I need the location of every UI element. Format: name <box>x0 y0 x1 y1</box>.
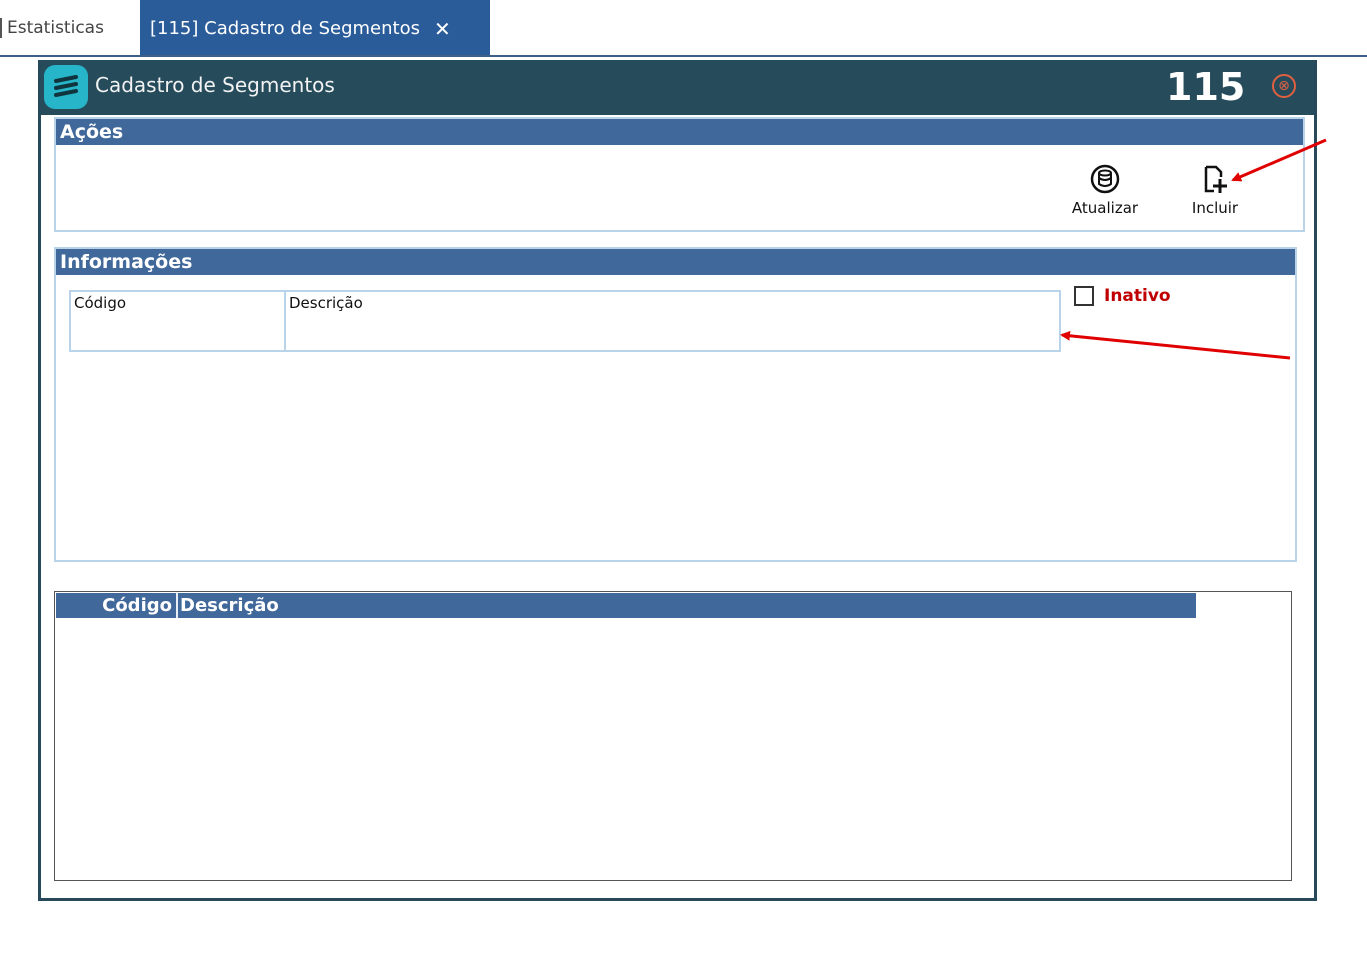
tab-separator <box>0 17 2 38</box>
window-close-icon[interactable]: ⊗ <box>1272 74 1296 98</box>
atualizar-button[interactable]: Atualizar <box>1065 163 1145 223</box>
descricao-label: Descrição <box>289 294 363 312</box>
tab-strip: Estatisticas [115] Cadastro de Segmentos… <box>0 0 1367 57</box>
inativo-toggle[interactable]: Inativo <box>1074 286 1171 306</box>
segments-grid[interactable]: Código Descrição <box>54 591 1292 881</box>
tab-estatisticas-label: Estatisticas <box>7 17 104 38</box>
descricao-field: Descrição <box>286 292 1059 350</box>
fields-row: Código Descrição <box>69 290 1061 352</box>
tab-close-icon[interactable]: ✕ <box>434 17 451 41</box>
acoes-header: Ações <box>56 119 1303 145</box>
tab-cadastro-segmentos[interactable]: [115] Cadastro de Segmentos ✕ <box>140 0 490 57</box>
segment-registration-window: Cadastro de Segmentos 115 ⊗ Ações Atuali… <box>38 60 1317 901</box>
segments-logo-icon <box>44 65 88 109</box>
informacoes-header: Informações <box>56 249 1295 275</box>
window-code: 115 <box>1166 65 1246 109</box>
window-title: Cadastro de Segmentos <box>95 73 335 97</box>
incluir-label: Incluir <box>1191 199 1239 217</box>
incluir-button[interactable]: Incluir <box>1175 163 1255 223</box>
tab-strip-underline <box>0 55 1367 57</box>
inativo-label: Inativo <box>1104 286 1171 306</box>
acoes-group: Ações Atualizar Incluir <box>54 117 1305 232</box>
codigo-label: Código <box>74 294 127 312</box>
descricao-input[interactable] <box>288 316 1057 347</box>
codigo-input[interactable] <box>73 316 282 347</box>
window-titlebar: Cadastro de Segmentos 115 ⊗ <box>41 60 1314 115</box>
grid-header: Código Descrição <box>56 593 1196 618</box>
refresh-database-icon <box>1090 164 1120 194</box>
add-document-icon <box>1204 165 1227 193</box>
tab-cadastro-segmentos-label: [115] Cadastro de Segmentos <box>150 18 420 39</box>
grid-column-codigo[interactable]: Código <box>56 593 178 618</box>
atualizar-label: Atualizar <box>1071 199 1139 217</box>
informacoes-group: Informações Código Descrição Inativo <box>54 247 1297 562</box>
codigo-field: Código <box>71 292 286 350</box>
grid-column-descricao[interactable]: Descrição <box>178 593 279 618</box>
inativo-checkbox[interactable] <box>1074 286 1094 306</box>
tab-estatisticas[interactable]: Estatisticas <box>0 0 138 55</box>
